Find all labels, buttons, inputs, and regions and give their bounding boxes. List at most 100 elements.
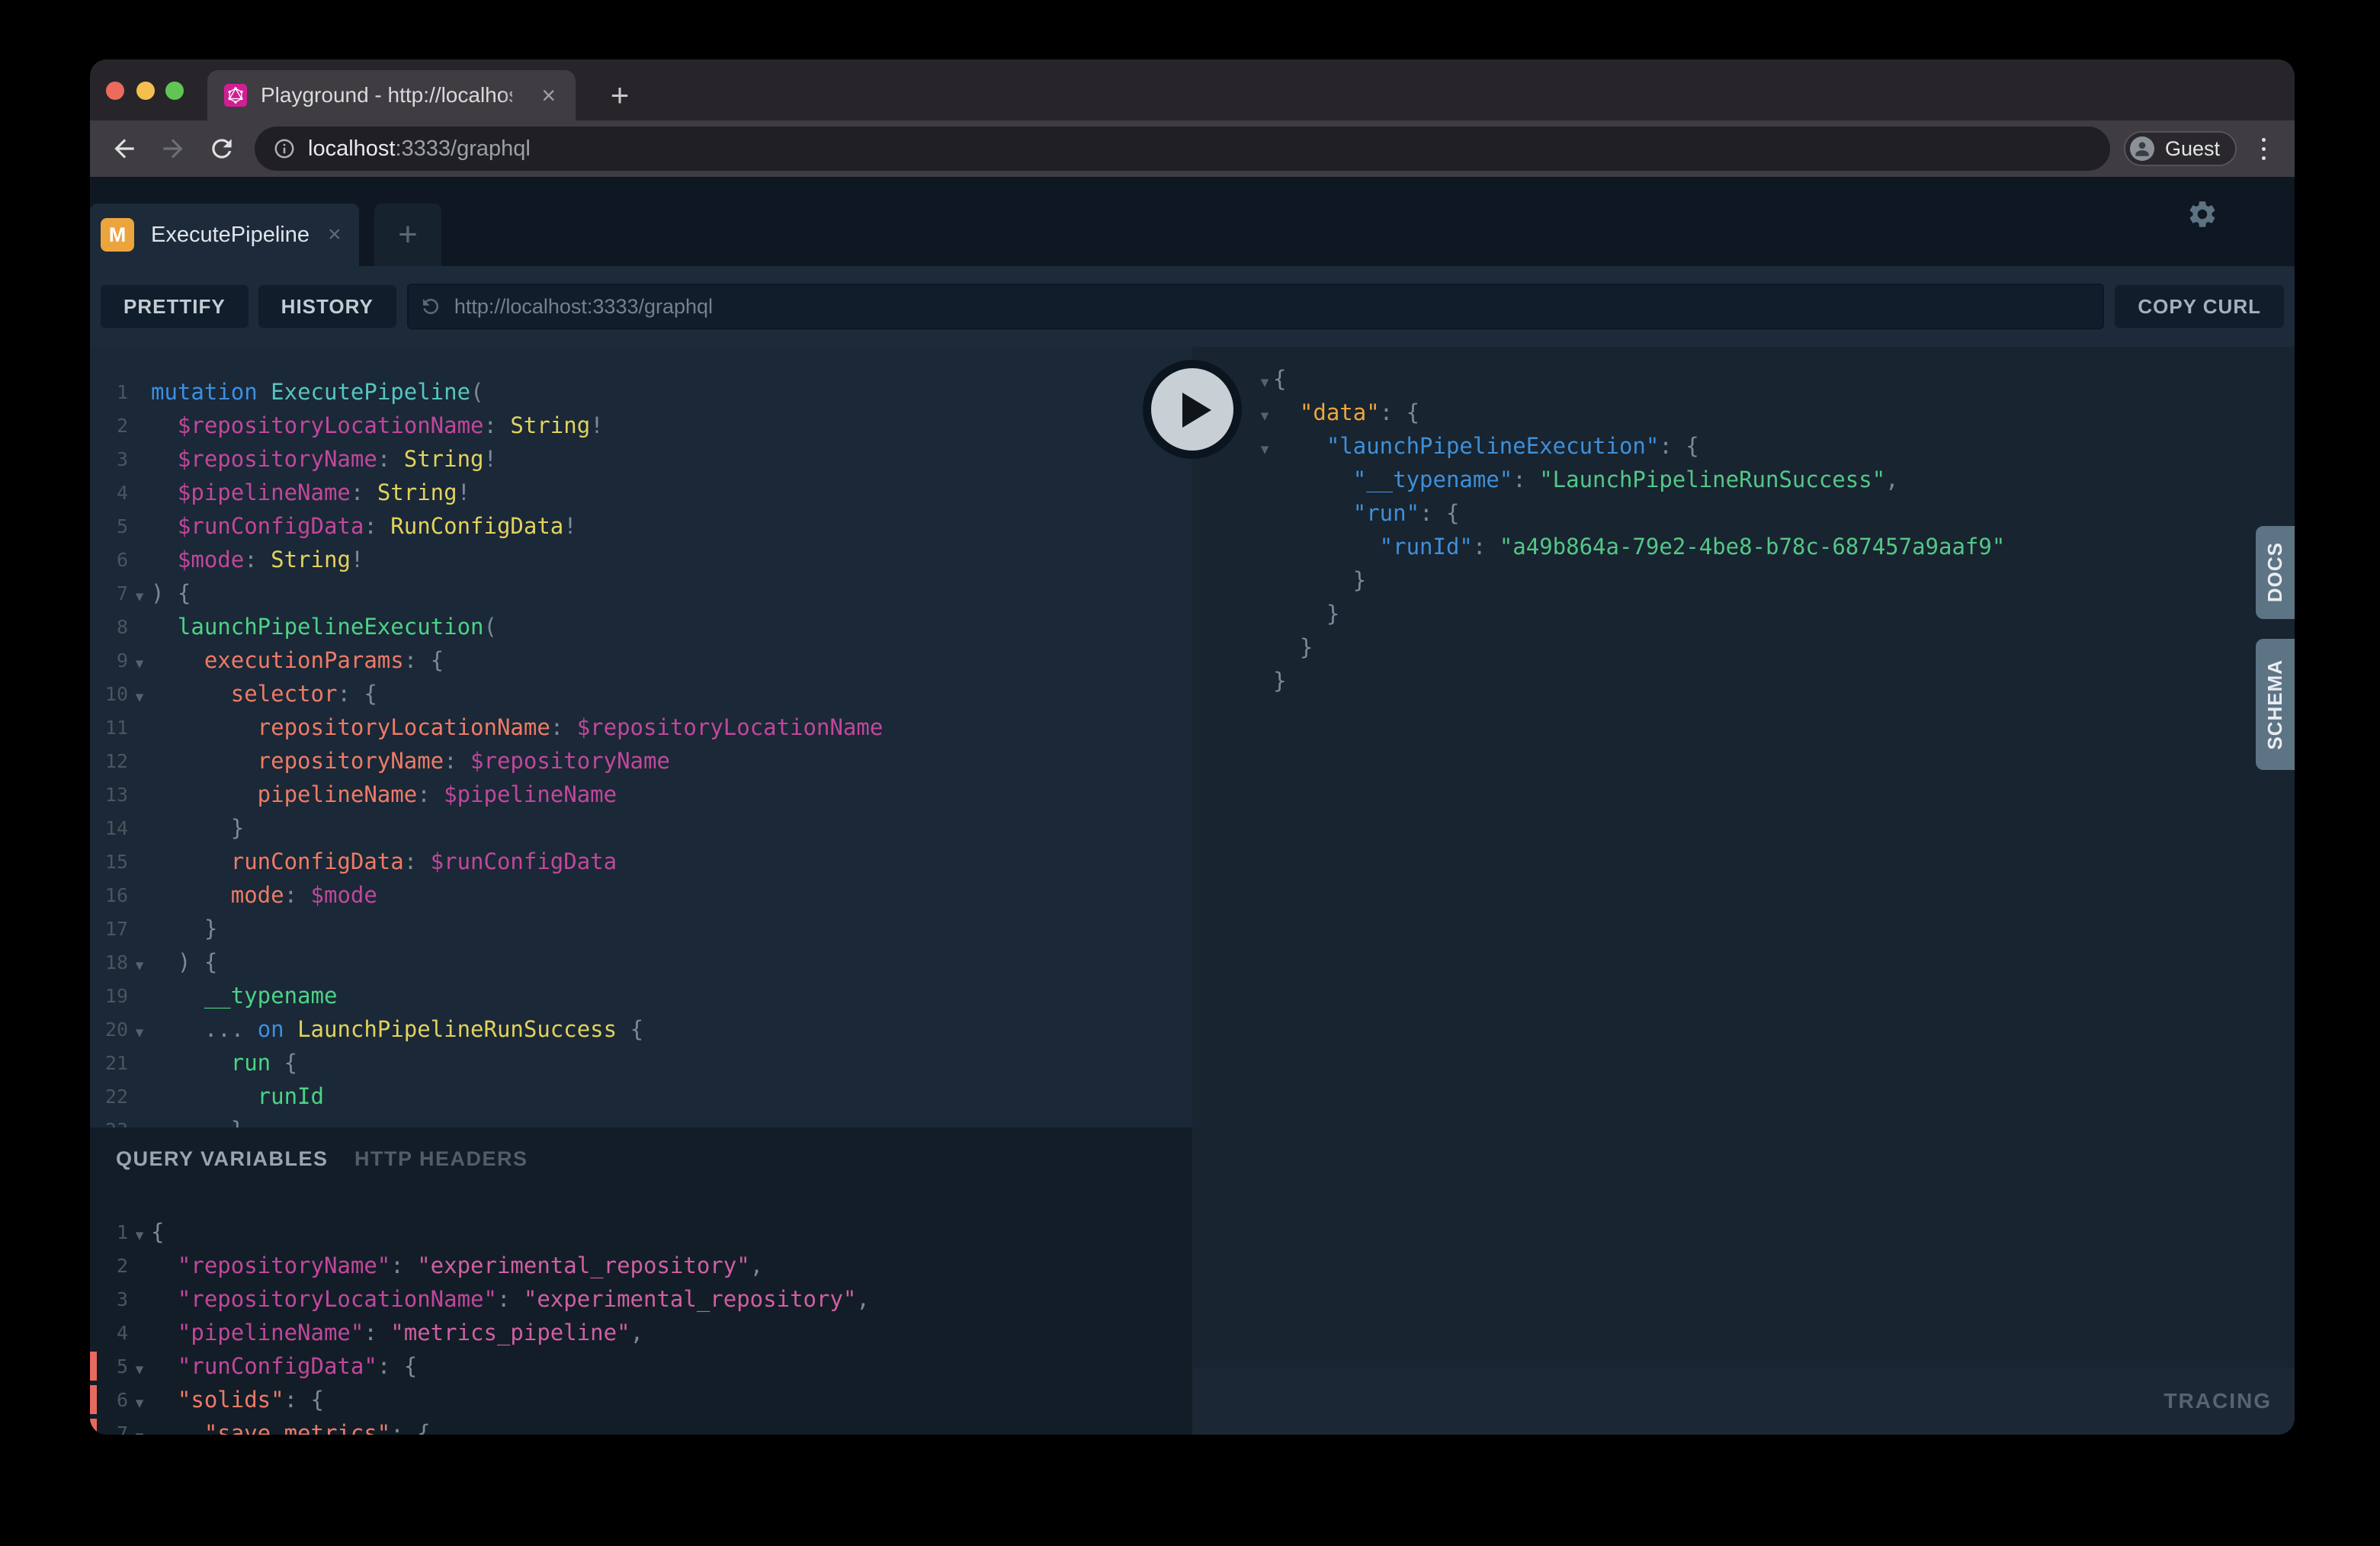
variables-line: 2 "repositoryName": "experimental_reposi…: [90, 1249, 1192, 1282]
endpoint-input[interactable]: http://localhost:3333/graphql: [407, 284, 2105, 329]
profile-label: Guest: [2165, 137, 2220, 161]
code-line-text: runId: [151, 1079, 324, 1113]
editor-line: 17 }: [90, 912, 1192, 945]
variables-line: 3 "repositoryLocationName": "experimenta…: [90, 1282, 1192, 1316]
line-number: 5: [90, 515, 128, 537]
line-number: 18: [90, 951, 128, 973]
tracing-label[interactable]: TRACING: [2163, 1389, 2272, 1413]
session-tab-strip: M ExecutePipeline × +: [90, 177, 2295, 266]
forward-button[interactable]: [159, 134, 188, 163]
traffic-light-zoom-button[interactable]: [165, 82, 184, 100]
code-line-text: $repositoryLocationName: String!: [151, 409, 604, 442]
settings-gear-icon[interactable]: [2186, 198, 2218, 230]
fold-arrow-icon[interactable]: ▾: [128, 1212, 151, 1252]
editor-line: 11 repositoryLocationName: $repositoryLo…: [90, 710, 1192, 744]
fold-slot: [128, 925, 151, 932]
fold-arrow-icon[interactable]: ▾: [128, 1009, 151, 1049]
editor-line: 2 $repositoryLocationName: String!: [90, 409, 1192, 442]
url-bar[interactable]: localhost:3333/graphql: [255, 127, 2110, 171]
code-line-text: "repositoryLocationName": "experimental_…: [151, 1282, 870, 1316]
code-line-text: launchPipelineExecution(: [151, 610, 497, 643]
fold-arrow-icon[interactable]: ▾: [128, 573, 151, 613]
copy-curl-button[interactable]: COPY CURL: [2115, 285, 2284, 328]
fold-arrow-icon[interactable]: ▾: [128, 942, 151, 982]
new-tab-button[interactable]: +: [593, 70, 646, 120]
query-editor[interactable]: 1mutation ExecutePipeline(2 $repositoryL…: [90, 347, 1192, 1127]
line-number: 8: [90, 616, 128, 638]
code-line-text: {: [1273, 362, 1286, 396]
traffic-light-close-button[interactable]: [106, 82, 124, 100]
mutation-badge: M: [101, 218, 134, 252]
variables-line: 7▾ "save_metrics": {: [90, 1416, 1192, 1435]
response-line: }: [1192, 597, 2295, 630]
fold-slot: [1256, 678, 1273, 684]
variables-editor[interactable]: 1▾{2 "repositoryName": "experimental_rep…: [90, 1198, 1192, 1435]
playground-toolbar: PRETTIFY HISTORY http://localhost:3333/g…: [90, 266, 2295, 347]
browser-toolbar: localhost:3333/graphql Guest: [90, 120, 2295, 177]
line-number: 4: [90, 482, 128, 504]
line-number: 2: [90, 415, 128, 437]
schema-side-tab[interactable]: SCHEMA: [2256, 639, 2295, 770]
editor-line: 10▾ selector: {: [90, 677, 1192, 710]
editor-line: 3 $repositoryName: String!: [90, 442, 1192, 476]
code-line-text: selector: {: [151, 677, 377, 710]
graphql-favicon-icon: [224, 84, 247, 107]
gutter-error-marker: [90, 1352, 97, 1381]
browser-menu-button[interactable]: [2246, 138, 2281, 160]
variables-line: 1▾{: [90, 1215, 1192, 1249]
docs-side-tab[interactable]: DOCS: [2256, 526, 2295, 619]
editor-line: 9▾ executionParams: {: [90, 643, 1192, 677]
fold-slot: [1256, 644, 1273, 650]
code-line-text: repositoryName: $repositoryName: [151, 744, 670, 778]
http-headers-tab[interactable]: HTTP HEADERS: [354, 1147, 528, 1170]
browser-tab[interactable]: Playground - http://localhost:3 ×: [207, 70, 576, 120]
line-number: 15: [90, 851, 128, 873]
response-viewer: ▾{▾ "data": {▾ "launchPipelineExecution"…: [1192, 347, 2295, 698]
gutter-marker-slot: [90, 1251, 97, 1280]
fold-slot: [128, 422, 151, 428]
code-line-text: }: [1273, 597, 1339, 630]
query-variables-tab[interactable]: QUERY VARIABLES: [116, 1147, 329, 1170]
fold-arrow-icon[interactable]: ▾: [128, 674, 151, 714]
code-line-text: "pipelineName": "metrics_pipeline",: [151, 1316, 643, 1349]
tab-title-fade: [501, 70, 536, 120]
response-line: ▾ "launchPipelineExecution": {: [1192, 429, 2295, 463]
fold-slot: [128, 993, 151, 999]
prettify-button[interactable]: PRETTIFY: [101, 285, 249, 328]
fold-slot: [128, 1060, 151, 1066]
reload-button[interactable]: [207, 134, 236, 163]
gutter-marker-slot: [90, 1318, 97, 1347]
code-line-text: "runConfigData": {: [151, 1349, 417, 1383]
fold-arrow-icon[interactable]: ▾: [1256, 426, 1273, 466]
browser-titlebar: Playground - http://localhost:3 × +: [90, 59, 2295, 120]
code-line-text: }: [151, 912, 217, 945]
session-close-icon[interactable]: ×: [328, 222, 342, 248]
code-line-text: repositoryLocationName: $repositoryLocat…: [151, 710, 883, 744]
tab-close-icon[interactable]: ×: [541, 84, 556, 107]
browser-tab-title: Playground - http://localhost:3: [261, 83, 512, 107]
editor-line: 15 runConfigData: $runConfigData: [90, 845, 1192, 878]
response-line: ▾ "data": {: [1192, 396, 2295, 429]
add-session-button[interactable]: +: [374, 204, 441, 266]
fold-slot: [1256, 611, 1273, 617]
back-button[interactable]: [110, 134, 139, 163]
profile-button[interactable]: Guest: [2124, 131, 2237, 166]
editor-line: 19 __typename: [90, 979, 1192, 1012]
fold-arrow-icon[interactable]: ▾: [128, 1413, 151, 1435]
session-tab-executepipeline[interactable]: M ExecutePipeline ×: [90, 204, 359, 266]
execute-play-button[interactable]: [1143, 360, 1242, 459]
code-line-text: }: [151, 811, 244, 845]
line-number: 9: [90, 650, 128, 672]
editor-line: 23 }: [90, 1113, 1192, 1127]
editor-line: 1mutation ExecutePipeline(: [90, 375, 1192, 409]
traffic-light-minimize-button[interactable]: [136, 82, 155, 100]
code-line-text: "save_metrics": {: [151, 1416, 431, 1435]
variables-line: 4 "pipelineName": "metrics_pipeline",: [90, 1316, 1192, 1349]
code-line-text: }: [1273, 563, 1366, 597]
fold-slot: [1256, 476, 1273, 483]
history-button[interactable]: HISTORY: [258, 285, 396, 328]
info-icon[interactable]: [273, 137, 296, 160]
fold-slot: [128, 523, 151, 529]
editor-line: 6 $mode: String!: [90, 543, 1192, 576]
fold-slot: [128, 456, 151, 462]
